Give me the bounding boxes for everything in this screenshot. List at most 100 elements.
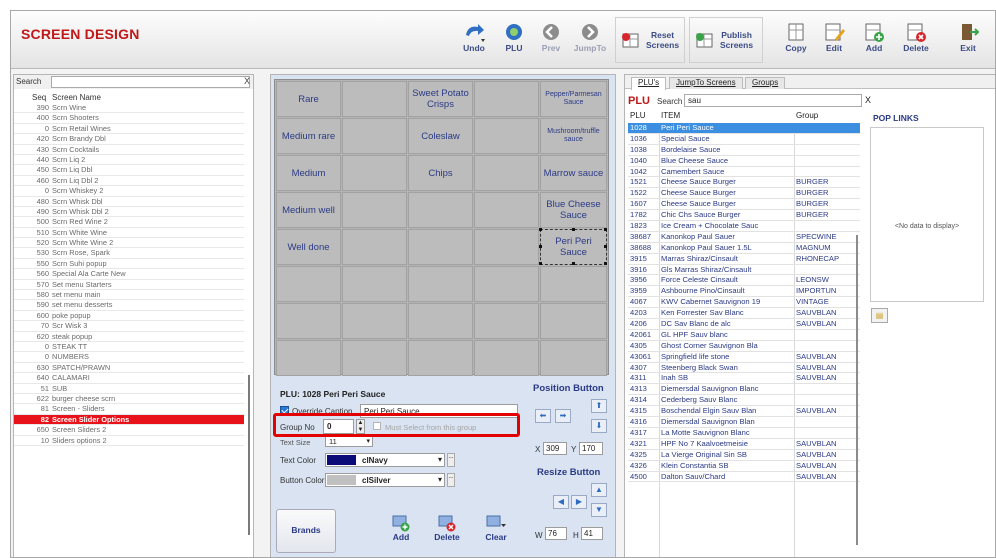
screen-row[interactable]: 490 Scrn Whisk Dbl 2 [14, 207, 244, 218]
resize-handle[interactable] [539, 245, 542, 248]
screen-row[interactable]: 630 SPATCH/PRAWN [14, 363, 244, 374]
text-size-select[interactable]: 11 ▾ [325, 436, 373, 447]
grid-button[interactable]: Rare [276, 81, 341, 117]
plu-row[interactable]: 4067 KWV Cabernet Sauvignon 19 VINTAGE [628, 297, 860, 309]
undo-button[interactable]: Undo [455, 17, 493, 63]
screen-row[interactable]: 430 Scrn Cocktails [14, 145, 244, 155]
grid-empty-cell[interactable] [276, 266, 341, 302]
screen-row[interactable]: 70 Scr Wisk 3 [14, 321, 244, 332]
screen-row[interactable]: 640 CALAMARI [14, 373, 244, 384]
grid-empty-cell[interactable] [342, 266, 407, 302]
prev-button[interactable]: Prev [533, 17, 569, 63]
text-color-select[interactable]: clNavy ▾ [325, 453, 445, 467]
plu-row[interactable]: 1782 Chic Chs Sauce Burger BURGER [628, 210, 860, 222]
grid-empty-cell[interactable] [474, 340, 539, 376]
screen-row[interactable]: 0 NUMBERS [14, 352, 244, 363]
screen-row[interactable]: 510 Scrn White Wine [14, 228, 244, 239]
grid-button[interactable]: Medium well [276, 192, 341, 228]
move-down-button[interactable]: ⬇ [591, 419, 607, 433]
screen-row[interactable]: 82 Screen Slider Options [14, 414, 244, 426]
grid-empty-cell[interactable] [474, 118, 539, 154]
jumpto-button[interactable]: JumpTo [571, 17, 609, 63]
plu-row[interactable]: 1823 Ice Cream + Chocolate Sauc [628, 221, 860, 232]
plu-row[interactable]: 38688 Kanonkop Paul Sauer 1.5L MAGNUM [628, 243, 860, 254]
plu-row[interactable]: 38687 Kanonkop Paul Sauer SPECWINE [628, 232, 860, 243]
exit-button[interactable]: Exit [951, 17, 985, 63]
grid-empty-cell[interactable] [540, 303, 607, 339]
grid-empty-cell[interactable] [342, 303, 407, 339]
resize-handle[interactable] [604, 262, 607, 265]
screen-row[interactable]: 590 set menu desserts [14, 300, 244, 311]
edit-button[interactable]: Edit [817, 17, 851, 63]
reset-screens-button[interactable]: Reset Screens [615, 17, 685, 63]
screen-row[interactable]: 450 Scrn Liq Dbl [14, 165, 244, 176]
grid-empty-cell[interactable] [408, 192, 473, 228]
grid-empty-cell[interactable] [408, 340, 473, 376]
y-input[interactable]: 170 [579, 442, 603, 455]
screen-row[interactable]: 51 SUB [14, 384, 244, 394]
move-right-button[interactable]: ➡ [555, 409, 571, 423]
grid-button[interactable]: Well done [276, 229, 341, 265]
plu-row[interactable]: 1607 Cheese Sauce Burger BURGER [628, 199, 860, 211]
add-button-bottom[interactable]: Add [382, 509, 420, 553]
screen-row[interactable]: 600 poke popup [14, 311, 244, 322]
plu-row[interactable]: 4311 Inah SB SAUVBLAN [628, 373, 860, 385]
grid-empty-cell[interactable] [408, 266, 473, 302]
plu-row[interactable]: 4316 Diemersdal Sauvignon Blan [628, 417, 860, 428]
tab-plus[interactable]: PLU's [631, 77, 667, 90]
screen-row[interactable]: 400 Scrn Shooters [14, 113, 244, 124]
grid-empty-cell[interactable] [276, 303, 341, 339]
grid-empty-cell[interactable] [342, 192, 407, 228]
grid-empty-cell[interactable] [342, 155, 407, 191]
screen-row[interactable]: 622 burger cheese scrn [14, 394, 244, 405]
plu-row[interactable]: 3915 Marras Shiraz/Cinsault RHONECAP [628, 254, 860, 265]
screen-row[interactable]: 620 steak popup [14, 332, 244, 342]
plu-table-scrollbar[interactable] [856, 235, 858, 545]
resize-handle[interactable] [539, 262, 542, 265]
plu-row[interactable]: 4500 Dalton Sauv/Chard SAUVBLAN [628, 472, 860, 483]
grid-empty-cell[interactable] [474, 155, 539, 191]
plu-row[interactable]: 1038 Bordelaise Sauce [628, 145, 860, 156]
screen-row[interactable]: 460 Scrn Liq Dbl 2 [14, 176, 244, 187]
x-input[interactable]: 309 [543, 442, 567, 455]
screen-row[interactable]: 0 Scrn Retail Wines [14, 124, 244, 135]
plu-row[interactable]: 4305 Ghost Corner Sauvignon Bla [628, 341, 860, 352]
screen-row[interactable]: 500 Scrn Red Wine 2 [14, 217, 244, 228]
plu-search-input[interactable]: sau [684, 94, 862, 107]
resize-handle[interactable] [604, 228, 607, 231]
grow-width-button[interactable]: ▶ [571, 495, 587, 509]
plu-row[interactable]: 1036 Special Sauce [628, 134, 860, 145]
screen-search-clear-button[interactable]: X [244, 76, 250, 86]
resize-handle[interactable] [571, 228, 575, 231]
shrink-width-button[interactable]: ◀ [553, 495, 569, 509]
shrink-height-button[interactable]: ▼ [591, 503, 607, 517]
screen-row[interactable]: 650 Screen Sliders 2 [14, 425, 244, 436]
grid-empty-cell[interactable] [474, 266, 539, 302]
screen-row[interactable]: 580 set menu main [14, 290, 244, 301]
screen-row[interactable]: 480 Scrn Whisk Dbl [14, 197, 244, 207]
resize-handle[interactable] [539, 228, 542, 231]
screen-row[interactable]: 0 STEAK TT [14, 342, 244, 353]
plu-row[interactable]: 43061 Springfield life stone SAUVBLAN [628, 352, 860, 363]
plu-row[interactable]: 1028 Peri Peri Sauce [628, 123, 860, 134]
plu-row[interactable]: 4307 Steenberg Black Swan SAUVBLAN [628, 363, 860, 374]
plu-row[interactable]: 1521 Cheese Sauce Burger BURGER [628, 177, 860, 189]
grid-button[interactable]: Chips [408, 155, 473, 191]
grid-empty-cell[interactable] [342, 118, 407, 154]
button-color-select[interactable]: clSilver ▾ [325, 473, 445, 487]
grid-button[interactable]: Sweet Potato Crisps [408, 81, 473, 117]
move-up-button[interactable]: ⬆ [591, 399, 607, 413]
copy-button[interactable]: Copy [779, 17, 813, 63]
screen-row[interactable]: 520 Scrn White Wine 2 [14, 238, 244, 249]
grid-empty-cell[interactable] [408, 229, 473, 265]
screen-row[interactable]: 420 Scrn Brandy Dbl [14, 134, 244, 145]
plu-row[interactable]: 4314 Cederberg Sauv Blanc [628, 395, 860, 407]
plu-row[interactable]: 4206 DC Sav Blanc de alc SAUVBLAN [628, 319, 860, 330]
grid-empty-cell[interactable] [540, 340, 607, 376]
grid-empty-cell[interactable] [408, 303, 473, 339]
grid-empty-cell[interactable] [474, 81, 539, 117]
plu-row[interactable]: 3959 Ashbourne Pino/Cinsault IMPORTUN [628, 286, 860, 298]
screen-row[interactable]: 560 Special Ala Carte New [14, 269, 244, 280]
plu-row[interactable]: 4313 Diemersdal Sauvignon Blanc [628, 384, 860, 396]
grid-button[interactable]: Coleslaw [408, 118, 473, 154]
